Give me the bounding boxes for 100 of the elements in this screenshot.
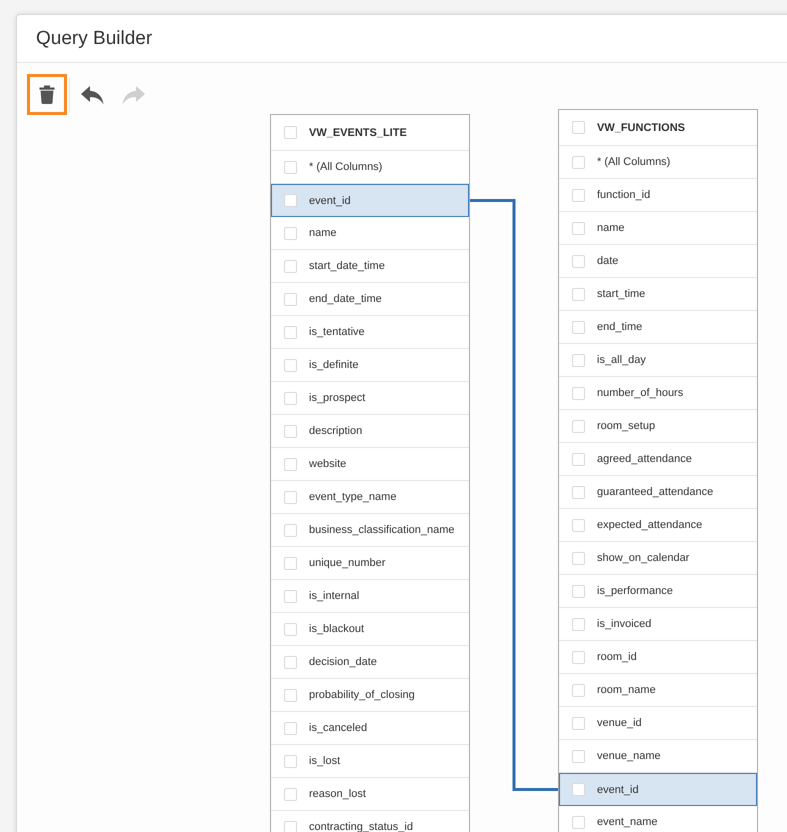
column-row[interactable]: unique_number — [271, 547, 469, 580]
checkbox[interactable] — [572, 156, 585, 168]
column-name: event_name — [597, 816, 658, 828]
column-row[interactable]: is_performance — [559, 575, 757, 608]
column-row[interactable]: is_blackout — [271, 613, 469, 646]
checkbox[interactable] — [572, 354, 585, 366]
column-name: venue_id — [597, 717, 642, 729]
column-row[interactable]: is_tentative — [271, 316, 469, 349]
checkbox[interactable] — [572, 650, 585, 664]
column-row[interactable]: end_time — [559, 311, 757, 344]
column-name: is_performance — [597, 585, 673, 597]
checkbox[interactable] — [572, 420, 585, 432]
column-row[interactable]: function_id — [559, 179, 757, 212]
checkbox[interactable] — [284, 392, 297, 404]
checkbox[interactable] — [572, 518, 585, 532]
column-row[interactable]: event_name — [559, 806, 757, 832]
checkbox[interactable] — [284, 326, 297, 338]
redo-icon — [122, 84, 146, 104]
checkbox[interactable] — [572, 486, 585, 498]
column-row[interactable]: start_time — [559, 278, 757, 311]
checkbox[interactable] — [284, 194, 297, 207]
checkbox[interactable] — [284, 622, 297, 636]
column-row[interactable]: start_date_time — [271, 250, 469, 283]
column-row[interactable]: is_lost — [271, 745, 469, 778]
column-name: contracting_status_id — [309, 821, 413, 832]
checkbox[interactable] — [284, 292, 297, 306]
column-name: is_tentative — [309, 326, 365, 338]
column-row[interactable]: name — [559, 212, 757, 245]
column-row[interactable]: is_prospect — [271, 382, 469, 415]
column-name: event_type_name — [309, 491, 396, 503]
column-row[interactable]: agreed_attendance — [559, 443, 757, 476]
column-row[interactable]: number_of_hours — [559, 377, 757, 410]
checkbox[interactable] — [284, 160, 297, 174]
checkbox[interactable] — [284, 590, 297, 602]
column-row[interactable]: is_internal — [271, 580, 469, 613]
column-row[interactable]: venue_id — [559, 707, 757, 740]
column-row[interactable]: reason_lost — [271, 778, 469, 811]
checkbox[interactable] — [572, 618, 585, 630]
column-name: guaranteed_attendance — [597, 486, 714, 498]
column-row[interactable]: contracting_status_id — [271, 811, 469, 832]
column-row[interactable]: date — [559, 245, 757, 278]
checkbox[interactable] — [572, 816, 585, 828]
checkbox[interactable] — [284, 688, 297, 702]
column-name: is_invoiced — [597, 618, 652, 630]
checkbox[interactable] — [284, 656, 297, 668]
column-name: venue_name — [597, 750, 661, 762]
column-row[interactable]: probability_of_closing — [271, 679, 469, 712]
column-row[interactable]: decision_date — [271, 646, 469, 679]
checkbox[interactable] — [284, 820, 297, 832]
column-row[interactable]: event_type_name — [271, 481, 469, 514]
column-row[interactable]: expected_attendance — [559, 509, 757, 542]
checkbox[interactable] — [284, 226, 297, 240]
checkbox[interactable] — [572, 386, 585, 400]
column-name: start_time — [597, 288, 646, 300]
checkbox[interactable] — [572, 584, 585, 598]
checkbox[interactable] — [572, 783, 585, 796]
checkbox[interactable] — [572, 320, 585, 334]
checkbox[interactable] — [284, 458, 297, 470]
checkbox[interactable] — [284, 260, 297, 272]
column-row[interactable]: is_invoiced — [559, 608, 757, 641]
checkbox[interactable] — [284, 556, 297, 570]
column-row[interactable]: event_id — [271, 184, 469, 217]
checkbox[interactable] — [284, 126, 297, 139]
checkbox[interactable] — [572, 552, 585, 564]
column-row[interactable]: end_date_time — [271, 283, 469, 316]
delete-button[interactable] — [27, 74, 67, 115]
checkbox[interactable] — [284, 788, 297, 800]
column-name: * (All Columns) — [597, 156, 670, 168]
column-row[interactable]: description — [271, 415, 469, 448]
column-row[interactable]: event_id — [559, 773, 757, 806]
column-row[interactable]: show_on_calendar — [559, 542, 757, 575]
column-row[interactable]: is_canceled — [271, 712, 469, 745]
column-row[interactable]: room_name — [559, 674, 757, 707]
column-name: room_setup — [597, 420, 656, 432]
column-row[interactable]: business_classification_name — [271, 514, 469, 547]
column-row[interactable]: website — [271, 448, 469, 481]
checkbox[interactable] — [572, 121, 585, 134]
column-row[interactable]: room_id — [559, 641, 757, 674]
checkbox[interactable] — [572, 452, 585, 466]
checkbox[interactable] — [572, 716, 585, 730]
column-name: website — [309, 458, 346, 470]
column-row[interactable]: room_setup — [559, 410, 757, 443]
checkbox[interactable] — [572, 222, 585, 234]
column-name: is_internal — [309, 590, 360, 602]
checkbox[interactable] — [284, 424, 297, 438]
column-row[interactable]: name — [271, 217, 469, 250]
column-row[interactable]: guaranteed_attendance — [559, 476, 757, 509]
checkbox[interactable] — [572, 254, 585, 268]
checkbox[interactable] — [284, 754, 297, 768]
checkbox[interactable] — [284, 490, 297, 504]
column-row[interactable]: is_definite — [271, 349, 469, 382]
checkbox[interactable] — [284, 722, 297, 734]
checkbox[interactable] — [572, 750, 585, 762]
column-row[interactable]: is_all_day — [559, 344, 757, 377]
checkbox[interactable] — [572, 684, 585, 696]
checkbox[interactable] — [572, 288, 585, 300]
column-row[interactable]: * (All Columns) — [559, 146, 757, 179]
checkbox[interactable] — [572, 188, 585, 202]
checkbox[interactable] — [284, 524, 297, 536]
checkbox[interactable] — [284, 358, 297, 372]
